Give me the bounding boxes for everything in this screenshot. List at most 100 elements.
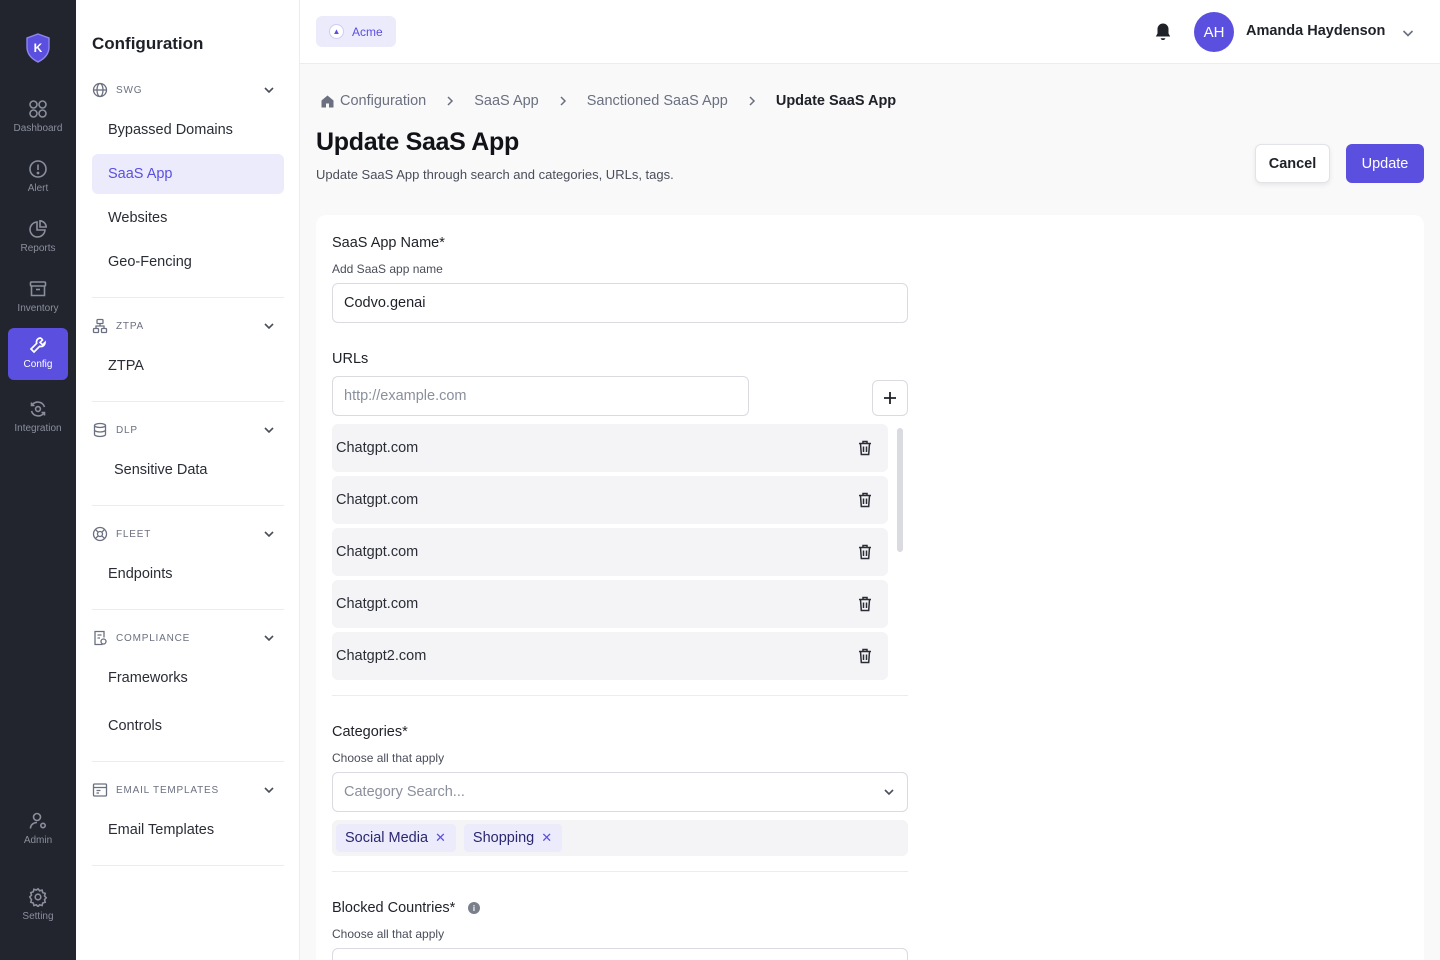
nav-dashboard[interactable]: Dashboard xyxy=(8,92,68,144)
fleet-icon xyxy=(92,526,108,542)
nav-alert[interactable]: Alert xyxy=(8,152,68,204)
sidebar-divider xyxy=(92,297,284,298)
alert-icon xyxy=(29,160,47,178)
sidebar-item-endpoints[interactable]: Endpoints xyxy=(92,554,284,594)
sidebar-title: Configuration xyxy=(92,34,204,53)
nav-label: Dashboard xyxy=(13,123,63,134)
trash-icon[interactable] xyxy=(856,595,874,613)
trash-icon[interactable] xyxy=(856,647,874,665)
email-template-icon xyxy=(92,783,108,797)
gear-icon xyxy=(28,887,48,907)
chevron-down-icon xyxy=(264,787,274,794)
chevron-down-icon xyxy=(264,427,274,434)
sidebar-group-swg[interactable]: SWG xyxy=(92,79,284,101)
nav-config[interactable]: Config xyxy=(8,328,68,380)
list-item: Chatgpt.com xyxy=(332,424,888,472)
admin-icon xyxy=(29,812,47,829)
sidebar-divider xyxy=(92,401,284,402)
chevron-down-icon xyxy=(264,323,274,330)
remove-tag-icon[interactable]: ✕ xyxy=(435,830,446,846)
sidebar-item-controls[interactable]: Controls xyxy=(92,706,284,746)
list-item: Chatgpt2.com xyxy=(332,632,888,680)
breadcrumb-saas-app[interactable]: SaaS App xyxy=(474,93,539,109)
update-button[interactable]: Update xyxy=(1346,144,1424,183)
category-tag-label: Shopping xyxy=(472,830,535,846)
blocked-countries-select[interactable] xyxy=(332,948,908,960)
sidebar-group-dlp[interactable]: DLP xyxy=(92,419,284,441)
sidebar-item-frameworks[interactable]: Frameworks xyxy=(92,658,284,698)
category-tag-label: Social Media xyxy=(345,830,429,846)
org-name: Acme xyxy=(352,24,383,39)
categories-label: Categories* xyxy=(332,724,408,740)
remove-tag-icon[interactable]: ✕ xyxy=(541,830,552,846)
breadcrumb-configuration[interactable]: Configuration xyxy=(340,93,426,109)
url-text: Chatgpt.com xyxy=(336,492,419,508)
dashboard-icon xyxy=(29,100,47,118)
home-icon[interactable] xyxy=(320,94,335,109)
urls-label: URLs xyxy=(332,351,369,367)
sidebar-divider xyxy=(92,761,284,762)
sidebar-item-geo-fencing[interactable]: Geo-Fencing xyxy=(92,242,284,282)
trash-icon[interactable] xyxy=(856,491,874,509)
chevron-down-icon[interactable] xyxy=(1400,25,1416,41)
avatar[interactable]: AH xyxy=(1194,12,1234,52)
page-subtitle: Update SaaS App through search and categ… xyxy=(316,167,674,182)
category-tag: Shopping ✕ xyxy=(463,824,563,852)
category-search-select[interactable]: Category Search... xyxy=(332,772,908,812)
info-icon[interactable]: i xyxy=(468,902,480,914)
sidebar-item-bypassed-domains[interactable]: Bypassed Domains xyxy=(92,110,284,150)
sidebar-group-email-templates[interactable]: EMAIL TEMPLATES xyxy=(92,779,284,801)
sidebar-item-ztpa[interactable]: ZTPA xyxy=(92,346,284,386)
svg-text:K: K xyxy=(34,41,43,55)
breadcrumb: Configuration SaaS App Sanctioned SaaS A… xyxy=(320,92,896,110)
list-item: Chatgpt.com xyxy=(332,476,888,524)
sidebar-group-ztpa[interactable]: ZTPA xyxy=(92,315,284,337)
nav-label: Inventory xyxy=(17,303,59,314)
sidebar-group-label: DLP xyxy=(116,424,138,436)
sidebar-item-email-templates[interactable]: Email Templates xyxy=(92,810,284,850)
sidebar-item-sensitive-data[interactable]: Sensitive Data xyxy=(92,450,284,490)
chevron-down-icon xyxy=(264,635,274,642)
nav-admin[interactable]: Admin xyxy=(8,804,68,856)
url-input[interactable] xyxy=(332,376,749,416)
sidebar-group-fleet[interactable]: FLEET xyxy=(92,523,284,545)
user-name[interactable]: Amanda Haydenson xyxy=(1246,23,1385,39)
nav-label: Admin xyxy=(23,835,53,846)
sidebar-item-saas-app[interactable]: SaaS App xyxy=(92,154,284,194)
nav-label: Setting xyxy=(22,911,54,922)
chevron-down-icon xyxy=(884,789,894,796)
sidebar-divider xyxy=(92,865,284,866)
sidebar-group-label: COMPLIANCE xyxy=(116,632,191,644)
category-tag: Social Media ✕ xyxy=(336,824,456,852)
nav-integration[interactable]: Integration xyxy=(8,392,68,444)
sidebar-group-label: FLEET xyxy=(116,528,152,540)
chevron-right-icon xyxy=(749,96,755,106)
sidebar-divider xyxy=(92,609,284,610)
shield-logo-icon[interactable]: K xyxy=(25,33,51,63)
section-divider xyxy=(332,695,908,696)
sidebar-item-websites[interactable]: Websites xyxy=(92,198,284,238)
saas-name-input[interactable] xyxy=(332,283,908,323)
sidebar-group-label: ZTPA xyxy=(116,320,145,332)
breadcrumb-sanctioned-saas-app[interactable]: Sanctioned SaaS App xyxy=(587,93,728,109)
nav-inventory[interactable]: Inventory xyxy=(8,272,68,324)
url-list-scrollbar[interactable] xyxy=(897,428,903,552)
config-sidebar: Configuration SWG Bypassed Domains SaaS … xyxy=(76,0,300,960)
chevron-down-icon xyxy=(264,87,274,94)
org-switcher[interactable]: ▲ Acme xyxy=(316,16,396,47)
url-text: Chatgpt2.com xyxy=(336,648,427,664)
cancel-button[interactable]: Cancel xyxy=(1255,144,1330,183)
nav-label: Config xyxy=(23,359,53,370)
nav-reports[interactable]: Reports xyxy=(8,212,68,264)
trash-icon[interactable] xyxy=(856,543,874,561)
trash-icon[interactable] xyxy=(856,439,874,457)
chevron-down-icon xyxy=(264,531,274,538)
bell-icon[interactable] xyxy=(1152,21,1174,43)
compliance-icon xyxy=(94,630,107,646)
sidebar-group-compliance[interactable]: COMPLIANCE xyxy=(92,627,284,649)
org-icon: ▲ xyxy=(329,24,344,39)
sidebar-group-label: SWG xyxy=(116,84,143,96)
chevron-right-icon xyxy=(560,96,566,106)
add-url-button[interactable] xyxy=(872,380,908,416)
nav-setting[interactable]: Setting xyxy=(8,880,68,932)
